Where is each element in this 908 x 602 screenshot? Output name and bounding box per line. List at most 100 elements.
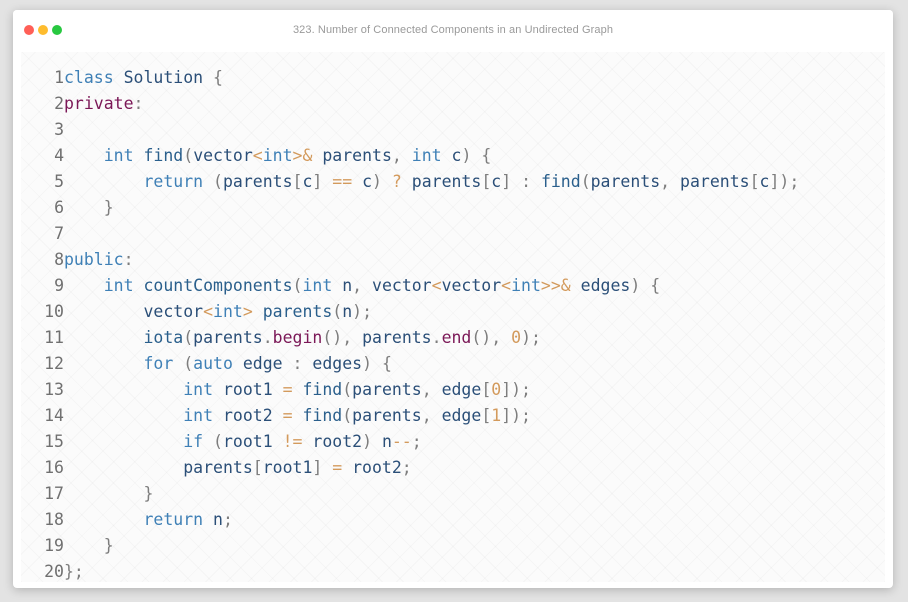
- code-line: 20};: [21, 559, 799, 585]
- code-token: ): [362, 432, 372, 451]
- code-line: 3: [21, 117, 799, 143]
- code-token: >: [242, 302, 253, 321]
- code-line: 14 int root2 = find(parents, edge[1]);: [21, 403, 799, 429]
- code-token: }: [103, 198, 114, 217]
- code-token: {: [381, 354, 392, 373]
- code-token: ]);: [501, 406, 531, 425]
- code-token: return: [143, 172, 204, 191]
- code-token: if: [183, 432, 204, 451]
- code-token: (: [213, 432, 223, 451]
- code-token: ): [372, 172, 382, 191]
- code-token: ;: [401, 458, 412, 477]
- code-token: (: [213, 172, 223, 191]
- code-line: 7: [21, 221, 799, 247]
- code-token: begin: [272, 328, 323, 347]
- line-number: 11: [44, 328, 64, 347]
- code-token: int: [262, 146, 293, 165]
- code-token: {: [481, 146, 492, 165]
- line-number: 10: [44, 302, 64, 321]
- code-token: }: [143, 484, 154, 503]
- code-token: <: [252, 146, 263, 165]
- code-token: edges: [312, 354, 363, 373]
- code-token: c: [759, 172, 770, 191]
- line-number: 17: [44, 484, 64, 503]
- code-token: parents: [352, 380, 422, 399]
- code-token: ]: [312, 172, 323, 191]
- code-token: int: [183, 380, 214, 399]
- code-token: int: [411, 146, 442, 165]
- code-token: !=: [282, 432, 303, 451]
- code-token: public: [64, 250, 124, 269]
- code-token: [: [481, 380, 492, 399]
- code-token: edge: [441, 380, 482, 399]
- code-token: int: [103, 276, 134, 295]
- code-token: ?: [391, 172, 402, 191]
- code-token: edge: [242, 354, 283, 373]
- window-title: 323. Number of Connected Components in a…: [292, 24, 614, 36]
- code-token: ,: [391, 146, 402, 165]
- code-token: );: [521, 328, 541, 347]
- code-line: 1class Solution {: [21, 65, 799, 91]
- code-block: 1class Solution {2private: 3 4 int find(ve…: [21, 65, 799, 585]
- code-token: root2: [352, 458, 402, 477]
- code-token: (: [342, 406, 353, 425]
- code-token: parents: [262, 302, 333, 321]
- code-token: ==: [332, 172, 353, 191]
- code-token: root1: [222, 380, 273, 399]
- line-number: 15: [44, 432, 64, 451]
- code-token: parents: [411, 172, 482, 191]
- code-token: root2: [222, 406, 273, 425]
- line-number: 1: [54, 68, 64, 87]
- code-token: parents: [352, 406, 422, 425]
- code-token: for: [143, 354, 174, 373]
- code-token: {: [650, 276, 661, 295]
- line-number: 16: [44, 458, 64, 477]
- code-token: n: [213, 510, 223, 529]
- code-token: find: [540, 172, 581, 191]
- code-token: ,: [660, 172, 671, 191]
- line-number: 8: [54, 250, 64, 269]
- code-line: 18 return n;: [21, 507, 799, 533]
- code-token: >&: [292, 146, 313, 165]
- code-token: int: [103, 146, 134, 165]
- code-token: =: [282, 406, 293, 425]
- code-token: =: [332, 458, 343, 477]
- code-token: (: [183, 354, 194, 373]
- code-token: return: [143, 510, 204, 529]
- code-editor[interactable]: 1class Solution {2private: 3 4 int find(ve…: [21, 52, 885, 582]
- code-token: parents: [183, 458, 253, 477]
- code-token: ): [630, 276, 641, 295]
- code-token: c: [491, 172, 502, 191]
- code-token: class: [64, 68, 114, 87]
- code-token: Solution: [123, 68, 204, 87]
- line-number: 18: [44, 510, 64, 529]
- code-token: vector: [193, 146, 253, 165]
- code-token: vector: [372, 276, 432, 295]
